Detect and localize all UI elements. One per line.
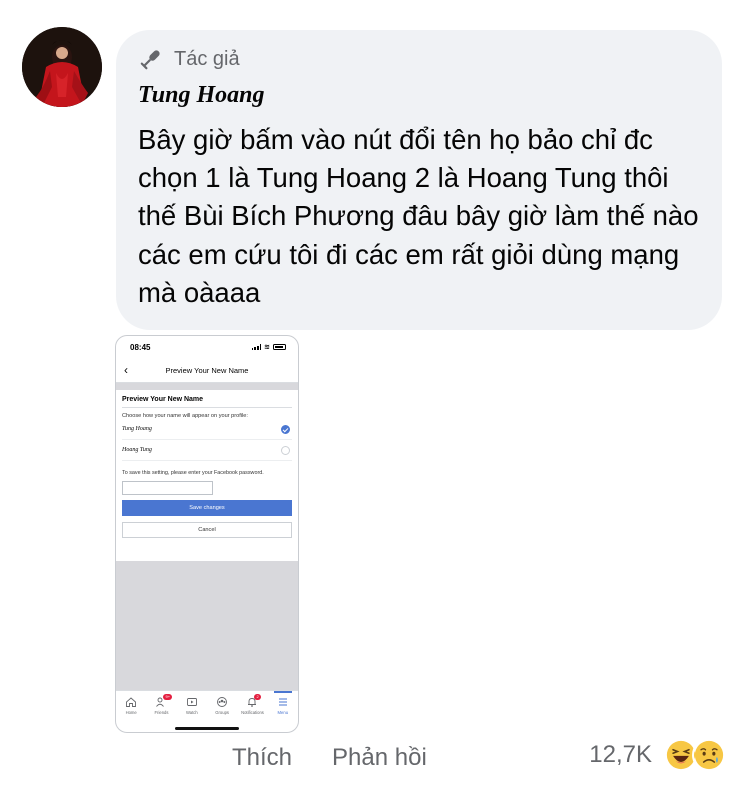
sad-emoji-icon bbox=[692, 738, 726, 772]
comment-screen: Tác giả Tung Hoang Bây giờ bấm vào nút đ… bbox=[0, 0, 748, 797]
tab-label: Groups bbox=[215, 710, 229, 715]
notifications-badge: 2 bbox=[254, 694, 261, 700]
name-option-1[interactable]: Tung Hoang bbox=[122, 419, 292, 440]
reaction-emojis bbox=[664, 738, 726, 772]
avatar[interactable] bbox=[22, 27, 102, 107]
password-label: To save this setting, please enter your … bbox=[122, 470, 264, 476]
phone-status-bar: 08:45 ≋ bbox=[116, 336, 298, 358]
active-tab-indicator bbox=[273, 691, 292, 693]
author-badge: Tác giả bbox=[138, 46, 240, 72]
author-name[interactable]: Tung Hoang bbox=[138, 82, 264, 109]
like-link[interactable]: Thích bbox=[232, 744, 292, 772]
name-option-label: Tung Hoang bbox=[122, 426, 152, 432]
reactions-summary[interactable]: 12,7K bbox=[589, 738, 726, 772]
phone-header-title: Preview Your New Name bbox=[165, 365, 249, 375]
name-preview-card: Preview Your New Name Choose how your na… bbox=[116, 390, 298, 561]
signal-icon bbox=[251, 344, 262, 350]
status-icons: ≋ bbox=[251, 343, 286, 351]
password-input[interactable] bbox=[122, 481, 213, 495]
divider bbox=[122, 407, 292, 408]
save-changes-button[interactable]: Save changes bbox=[122, 500, 292, 516]
tab-label: Friends bbox=[154, 710, 169, 715]
microphone-icon bbox=[140, 50, 160, 70]
profile-photo-icon bbox=[22, 27, 102, 107]
comment-bubble: Tác giả Tung Hoang Bây giờ bấm vào nút đ… bbox=[116, 30, 722, 330]
radio-unselected-icon[interactable] bbox=[281, 445, 290, 455]
groups-icon bbox=[217, 697, 228, 707]
card-title: Preview Your New Name bbox=[122, 396, 204, 403]
friends-badge: 9+ bbox=[163, 694, 173, 700]
home-icon bbox=[126, 697, 137, 707]
comment-text: Bây giờ bấm vào nút đổi tên họ bảo chỉ đ… bbox=[138, 124, 699, 308]
phone-tab-bar: Home 9+ Friends Watch Groups 2 Notificat… bbox=[116, 690, 298, 732]
home-indicator bbox=[175, 727, 239, 730]
comment-actions: Thích Phản hồi bbox=[232, 744, 427, 772]
tab-label: Watch bbox=[185, 710, 198, 715]
reply-link[interactable]: Phản hồi bbox=[332, 744, 427, 772]
author-badge-label: Tác giả bbox=[174, 47, 240, 70]
tab-label: Home bbox=[125, 710, 137, 715]
tab-friends[interactable]: 9+ Friends bbox=[146, 694, 176, 732]
name-option-label: Hoang Tung bbox=[122, 447, 152, 453]
tab-label: Notifications bbox=[241, 710, 264, 715]
wifi-icon: ≋ bbox=[264, 344, 270, 351]
battery-icon bbox=[273, 344, 286, 350]
tab-label: Menu bbox=[277, 710, 289, 715]
menu-icon bbox=[278, 698, 287, 706]
back-arrow-icon[interactable]: ‹ bbox=[124, 363, 128, 377]
reaction-count[interactable]: 12,7K bbox=[589, 741, 652, 769]
tab-menu[interactable]: Menu bbox=[268, 691, 298, 732]
cancel-button[interactable]: Cancel bbox=[122, 522, 292, 538]
status-time: 08:45 bbox=[130, 342, 151, 352]
watch-icon bbox=[186, 698, 197, 706]
phone-nav-header: ‹ Preview Your New Name bbox=[116, 358, 298, 383]
attached-screenshot[interactable]: 08:45 ≋ ‹ Preview Your New Name Preview … bbox=[115, 335, 299, 733]
tab-notifications[interactable]: 2 Notifications bbox=[237, 694, 267, 732]
radio-selected-icon[interactable] bbox=[281, 424, 290, 434]
name-option-2[interactable]: Hoang Tung bbox=[122, 440, 292, 461]
tab-home[interactable]: Home bbox=[116, 696, 146, 732]
